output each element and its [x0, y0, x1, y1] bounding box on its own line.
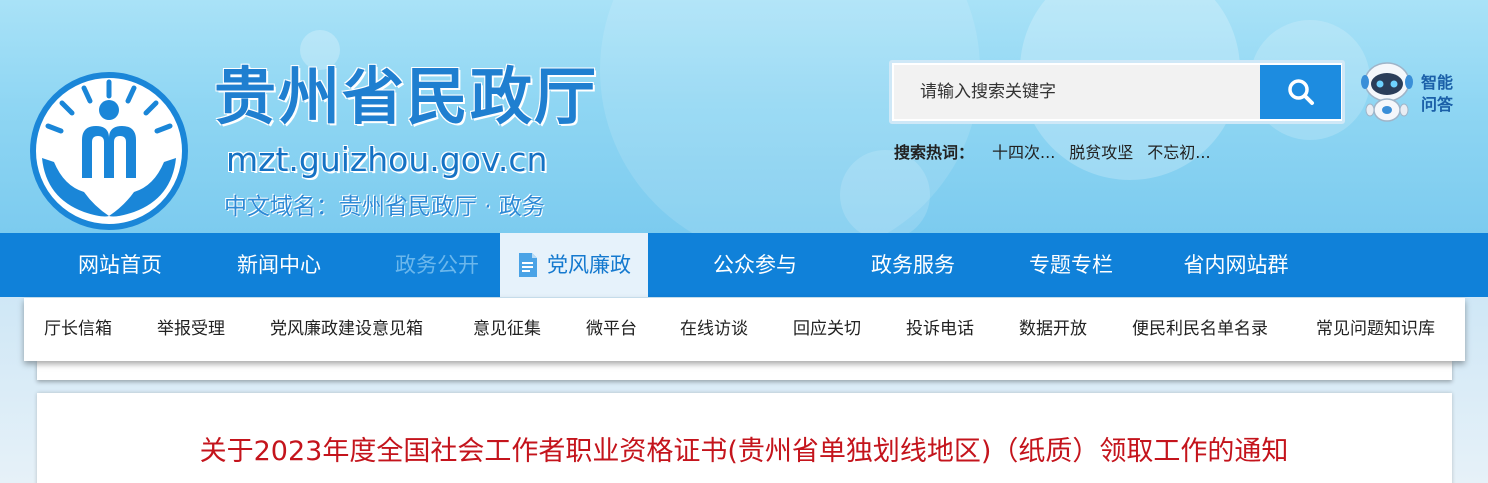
- article-title: 关于2023年度全国社会工作者职业资格证书(贵州省单独划线地区)（纸质）领取工作…: [199, 436, 1289, 467]
- smart-qa-label: 问答: [1421, 95, 1454, 114]
- subnav-shadow-strip: [37, 361, 1452, 380]
- civil-affairs-emblem-icon[interactable]: [24, 66, 194, 233]
- site-header: 贵州省民政厅 mzt.guizhou.gov.cn 中文域名：贵州省民政厅 · …: [0, 0, 1488, 233]
- nav-item-label: 党风廉政: [547, 253, 631, 277]
- nav-item-news[interactable]: 新闻中心: [219, 233, 339, 297]
- sub-item-directory-lists[interactable]: 便民利民名单名录: [1132, 298, 1268, 361]
- document-icon: [519, 253, 537, 277]
- nav-item-special-topics[interactable]: 专题专栏: [1011, 233, 1131, 297]
- sub-item-online-interview[interactable]: 在线访谈: [680, 298, 748, 361]
- search-input[interactable]: [894, 65, 1260, 119]
- sub-item-faq-knowledge-base[interactable]: 常见问题知识库: [1316, 298, 1435, 361]
- sub-item-complaint-phone[interactable]: 投诉电话: [906, 298, 974, 361]
- nav-item-gov-services[interactable]: 政务服务: [853, 233, 973, 297]
- search-button[interactable]: [1260, 65, 1341, 119]
- sub-item-opinion-collection[interactable]: 意见征集: [473, 298, 541, 361]
- sub-item-response[interactable]: 回应关切: [793, 298, 861, 361]
- nav-item-home[interactable]: 网站首页: [60, 233, 180, 297]
- nav-item-party-integrity[interactable]: 党风廉政: [500, 233, 648, 297]
- nav-item-public-participation[interactable]: 公众参与: [695, 233, 815, 297]
- hot-word-link[interactable]: 十四次...: [992, 139, 1055, 163]
- smart-qa-label: 智能: [1421, 73, 1454, 92]
- sub-item-integrity-suggestion-box[interactable]: 党风廉政建设意见箱: [270, 298, 423, 361]
- sub-item-open-data[interactable]: 数据开放: [1019, 298, 1087, 361]
- site-title[interactable]: 贵州省民政厅: [214, 66, 598, 128]
- hot-word-link[interactable]: 不忘初...: [1147, 139, 1210, 163]
- main-nav: 网站首页 新闻中心 政务公开 党风廉政 公众参与 政务服务 专题专栏 省内网站群: [0, 233, 1488, 297]
- sub-item-report[interactable]: 举报受理: [157, 298, 225, 361]
- chinese-domain-name: 中文域名：贵州省民政厅 · 政务: [224, 194, 545, 220]
- sub-item-director-mailbox[interactable]: 厅长信箱: [44, 298, 112, 361]
- hot-search-label: 搜索热词：: [894, 143, 975, 162]
- site-domain: mzt.guizhou.gov.cn: [226, 140, 548, 179]
- nav-item-gov-affairs[interactable]: 政务公开: [377, 233, 497, 297]
- search-box: [889, 60, 1345, 124]
- robot-icon[interactable]: [1358, 58, 1416, 124]
- hot-search-words: 搜索热词： 十四次... 脱贫攻坚 不忘初...: [894, 140, 1225, 162]
- nav-item-provincial-sites[interactable]: 省内网站群: [1166, 233, 1306, 297]
- search-icon: [1287, 79, 1314, 105]
- sub-item-micro-platform[interactable]: 微平台: [586, 298, 637, 361]
- smart-qa-link[interactable]: 智能 问答: [1421, 72, 1461, 116]
- hot-word-link[interactable]: 脱贫攻坚: [1069, 139, 1133, 163]
- sub-nav: 厅长信箱 举报受理 党风廉政建设意见箱 意见征集 微平台 在线访谈 回应关切 投…: [24, 298, 1465, 361]
